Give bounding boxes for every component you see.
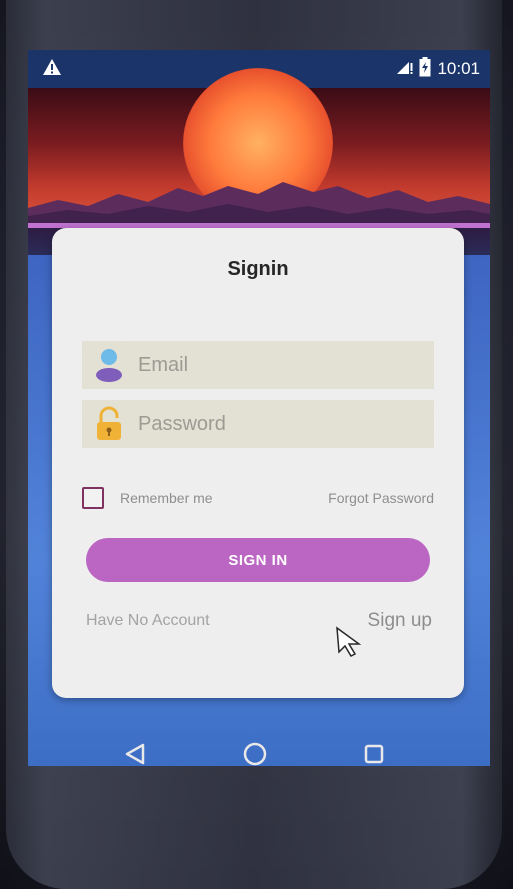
home-circle-icon[interactable] xyxy=(242,741,268,772)
signin-card: Signin Email Remember me Forgot Password… xyxy=(52,228,464,698)
signup-row: Have No Account Sign up xyxy=(86,610,432,632)
signin-button[interactable]: SIGN IN xyxy=(86,538,430,582)
navigation-bar xyxy=(6,716,502,796)
remember-me-control[interactable]: Remember me xyxy=(82,487,213,509)
user-icon xyxy=(94,347,124,383)
phone-frame: 10:01 Signin Email Remember me Forgot Pa… xyxy=(6,0,502,889)
signal-icon xyxy=(395,59,413,80)
lock-icon xyxy=(94,406,124,442)
mountains-graphic xyxy=(28,182,490,228)
warning-icon xyxy=(42,58,62,81)
remember-me-label: Remember me xyxy=(120,490,213,506)
password-input[interactable] xyxy=(136,411,420,437)
signup-link[interactable]: Sign up xyxy=(368,610,432,632)
no-account-label: Have No Account xyxy=(86,612,210,629)
clock: 10:01 xyxy=(437,59,480,78)
remember-row: Remember me Forgot Password xyxy=(82,486,434,510)
remember-me-checkbox[interactable] xyxy=(82,487,104,509)
status-icons: 10:01 xyxy=(395,56,480,82)
header-illustration xyxy=(28,68,490,228)
forgot-password-link[interactable]: Forgot Password xyxy=(328,490,434,506)
page-title: Signin xyxy=(227,258,289,280)
back-triangle-icon[interactable] xyxy=(123,742,147,771)
password-field[interactable] xyxy=(82,400,434,448)
screen: 10:01 Signin Email Remember me Forgot Pa… xyxy=(28,50,490,766)
email-input[interactable] xyxy=(136,352,420,378)
mouse-pointer-icon xyxy=(336,626,362,657)
battery-icon xyxy=(419,56,431,82)
email-field[interactable] xyxy=(82,341,434,389)
recents-square-icon[interactable] xyxy=(363,743,385,770)
